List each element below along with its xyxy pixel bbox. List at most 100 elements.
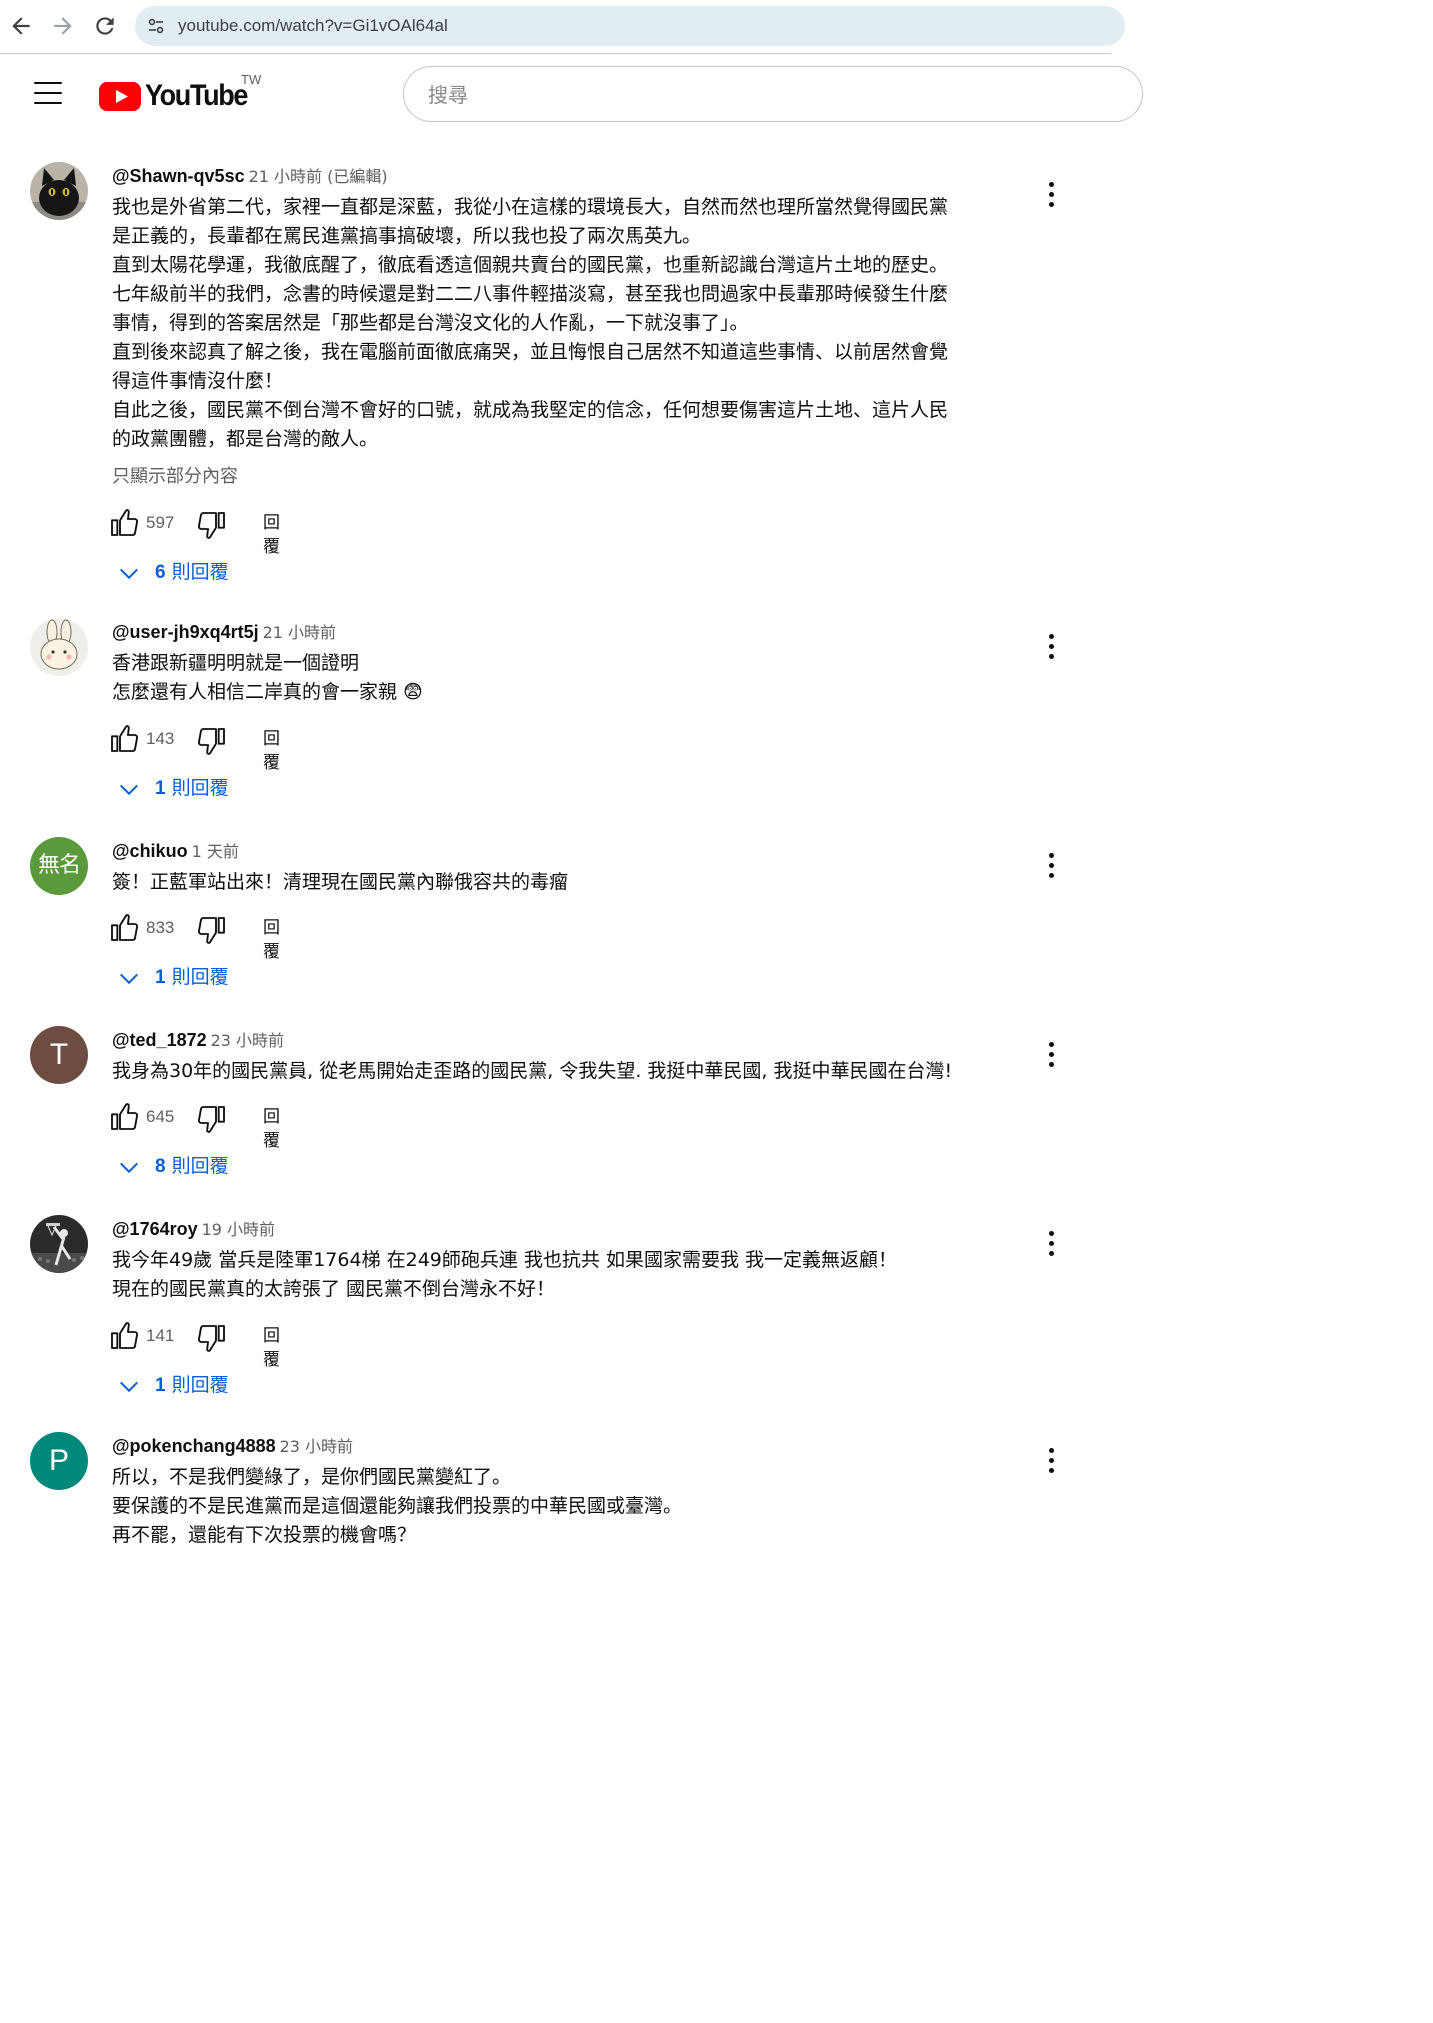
chevron-down-icon <box>118 563 140 585</box>
comment-text: 我也是外省第二代，家裡一直都是深藍，我從小在這樣的環境長大，自然而然也理所當然覺… <box>112 193 1012 454</box>
more-actions-icon[interactable] <box>1041 1042 1061 1072</box>
dislike-icon[interactable] <box>196 1322 228 1354</box>
avatar[interactable] <box>30 162 88 220</box>
show-less-link[interactable]: 只顯示部分內容 <box>112 462 238 488</box>
comment-line: 香港跟新疆明明就是一個證明 <box>112 652 360 674</box>
reply-button[interactable]: 回覆 <box>263 916 280 964</box>
chevron-down-icon <box>118 1157 140 1179</box>
site-settings-icon[interactable] <box>147 17 165 35</box>
region-code: TW <box>241 72 262 87</box>
reply-button[interactable]: 回覆 <box>263 511 280 559</box>
logo-text: YouTube <box>145 79 248 112</box>
youtube-play-icon <box>99 82 141 111</box>
like-count: 597 <box>146 513 175 532</box>
more-actions-icon[interactable] <box>1041 634 1061 664</box>
comment-time[interactable]: 1 天前 <box>192 842 239 861</box>
like-count: 141 <box>146 1326 175 1345</box>
comment-author[interactable]: @1764roy <box>112 1219 198 1239</box>
comment-line: 所以，不是我們變綠了，是你們國民黨變紅了。 <box>112 1466 512 1488</box>
avatar[interactable] <box>30 618 88 676</box>
reply-count: 8 <box>155 1156 166 1177</box>
avatar-letter: 無名 <box>37 853 81 878</box>
comment-time[interactable]: 21 小時前 (已編輯) <box>249 167 388 186</box>
reply-button[interactable]: 回覆 <box>263 1324 280 1372</box>
comment-time[interactable]: 19 小時前 <box>202 1220 275 1239</box>
replies-label: 則回覆 <box>171 966 229 988</box>
comment-line: 事情，得到的答案居然是「那些都是台灣沒文化的人作亂，一下就沒事了」。 <box>112 312 749 334</box>
more-actions-icon[interactable] <box>1041 1231 1061 1261</box>
comment-line: 要保護的不是民進黨而是這個還能夠讓我們投票的中華民國或臺灣。 <box>112 1495 683 1517</box>
comment-line: 再不罷，還能有下次投票的機會嗎？ <box>112 1524 417 1546</box>
comment-line: 是正義的，長輩都在罵民進黨搞事搞破壞，所以我也投了兩次馬英九。 <box>112 225 702 247</box>
like-icon[interactable] <box>108 912 140 944</box>
comment-line: 我身為30年的國民黨員, 從老馬開始走歪路的國民黨, 令我失望. 我挺中華民國,… <box>112 1060 953 1082</box>
avatar-letter: T <box>49 1038 69 1071</box>
comment-text: 簽！正藍軍站出來！清理現在國民黨內聯俄容共的毒瘤 <box>112 868 1012 897</box>
comment-line: 怎麼還有人相信二岸真的會一家親 😨 <box>112 681 423 703</box>
more-actions-icon[interactable] <box>1041 1448 1061 1478</box>
avatar[interactable]: T <box>30 1026 88 1084</box>
reply-count: 6 <box>155 562 166 583</box>
comment-text: 香港跟新疆明明就是一個證明怎麼還有人相信二岸真的會一家親 😨 <box>112 649 1012 707</box>
comment-header: @1764roy 19 小時前 <box>112 1217 275 1241</box>
comment-header: @ted_1872 23 小時前 <box>112 1028 284 1052</box>
like-icon[interactable] <box>108 1101 140 1133</box>
like-count: 645 <box>146 1107 175 1126</box>
replies-label: 則回覆 <box>171 1374 229 1396</box>
comment-line: 現在的國民黨真的太誇張了 國民黨不倒台灣永不好！ <box>112 1278 556 1300</box>
more-actions-icon[interactable] <box>1041 853 1061 883</box>
comment-author[interactable]: @chikuo <box>112 841 188 861</box>
dislike-icon[interactable] <box>196 509 228 541</box>
like-icon[interactable] <box>108 723 140 755</box>
comment-line: 直到後來認真了解之後，我在電腦前面徹底痛哭，並且悔恨自己居然不知道這些事情、以前… <box>112 341 949 363</box>
back-arrow-icon[interactable] <box>8 13 34 39</box>
comment-author[interactable]: @user-jh9xq4rt5j <box>112 622 259 642</box>
dislike-icon[interactable] <box>196 914 228 946</box>
like-icon[interactable] <box>108 1320 140 1352</box>
avatar-letter: P <box>48 1444 69 1477</box>
comment-author[interactable]: @ted_1872 <box>112 1030 207 1050</box>
comment-line: 簽！正藍軍站出來！清理現在國民黨內聯俄容共的毒瘤 <box>112 871 569 893</box>
comment-line: 得這件事情沒什麼！ <box>112 370 284 392</box>
more-actions-icon[interactable] <box>1041 182 1061 212</box>
browser-toolbar: youtube.com/watch?v=Gi1vOAl64al <box>0 0 1125 54</box>
reply-count: 1 <box>155 967 166 988</box>
comment-text: 我今年49歲 當兵是陸軍1764梯 在249師砲兵連 我也抗共 如果國家需要我 … <box>112 1246 1012 1304</box>
chevron-down-icon <box>118 779 140 801</box>
comment-header: @chikuo 1 天前 <box>112 839 239 863</box>
menu-icon[interactable] <box>34 82 62 104</box>
chevron-down-icon <box>118 968 140 990</box>
like-icon[interactable] <box>108 507 140 539</box>
forward-arrow-icon[interactable] <box>50 13 76 39</box>
comment-time[interactable]: 21 小時前 <box>263 623 336 642</box>
url-text[interactable]: youtube.com/watch?v=Gi1vOAl64al <box>178 6 448 46</box>
replies-label: 則回覆 <box>171 1155 229 1177</box>
comment-header: @Shawn-qv5sc 21 小時前 (已編輯) <box>112 164 388 188</box>
replies-label: 則回覆 <box>171 777 229 799</box>
comment-line: 直到太陽花學運，我徹底醒了，徹底看透這個親共賣台的國民黨，也重新認識台灣這片土地… <box>112 254 949 276</box>
comment-time[interactable]: 23 小時前 <box>280 1437 353 1456</box>
comment-header: @user-jh9xq4rt5j 21 小時前 <box>112 620 336 644</box>
comment-text: 所以，不是我們變綠了，是你們國民黨變紅了。要保護的不是民進黨而是這個還能夠讓我們… <box>112 1463 1012 1550</box>
comment-line: 自此之後，國民黨不倒台灣不會好的口號，就成為我堅定的信念，任何想要傷害這片土地、… <box>112 399 949 421</box>
comment-line: 的政黨團體，都是台灣的敵人。 <box>112 428 379 450</box>
youtube-header: YouTube TW <box>0 54 1143 134</box>
comment-author[interactable]: @pokenchang4888 <box>112 1436 276 1456</box>
reply-button[interactable]: 回覆 <box>263 1105 280 1153</box>
chevron-down-icon <box>118 1376 140 1398</box>
dislike-icon[interactable] <box>196 1103 228 1135</box>
reply-button[interactable]: 回覆 <box>263 727 280 775</box>
avatar[interactable] <box>30 1215 88 1273</box>
comment-author[interactable]: @Shawn-qv5sc <box>112 166 245 186</box>
comment-text: 我身為30年的國民黨員, 從老馬開始走歪路的國民黨, 令我失望. 我挺中華民國,… <box>112 1057 1012 1086</box>
comment-time[interactable]: 23 小時前 <box>211 1031 284 1050</box>
avatar[interactable]: 無名 <box>30 837 88 895</box>
dislike-icon[interactable] <box>196 725 228 757</box>
comment-header: @pokenchang4888 23 小時前 <box>112 1434 353 1458</box>
reply-count: 1 <box>155 1375 166 1396</box>
address-bar[interactable]: youtube.com/watch?v=Gi1vOAl64al <box>135 6 1125 46</box>
reload-icon[interactable] <box>92 13 118 39</box>
search-box[interactable] <box>403 66 1143 123</box>
avatar[interactable]: P <box>30 1432 88 1490</box>
search-input[interactable] <box>426 67 1030 123</box>
